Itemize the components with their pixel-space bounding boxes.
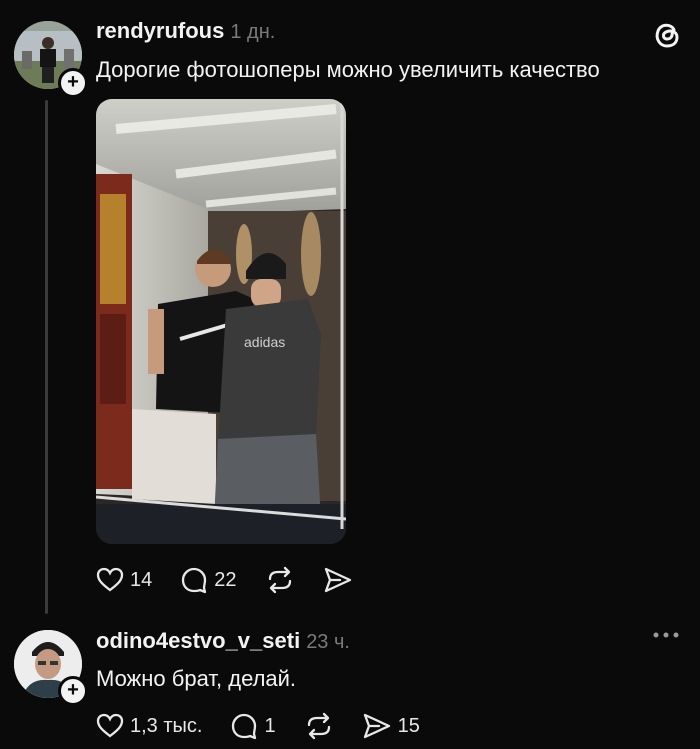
comment-count: 1 (264, 714, 276, 737)
share-button[interactable]: 15 (362, 712, 420, 740)
post-header: rendyrufous 1 дн. (96, 18, 275, 44)
repost-icon (268, 566, 291, 594)
reply-username[interactable]: odino4estvo_v_seti (96, 628, 300, 653)
more-dots-icon[interactable] (652, 628, 680, 647)
comment-count: 22 (214, 568, 237, 591)
threads-logo-icon[interactable] (652, 18, 682, 55)
heart-icon (96, 713, 124, 738)
post-actions: 14 22 (96, 566, 381, 594)
like-count: 1,3 тыс. (130, 714, 203, 737)
follow-plus-button[interactable]: + (58, 68, 88, 98)
share-button[interactable] (323, 566, 353, 594)
like-button[interactable]: 14 (96, 567, 152, 593)
comment-bubble-icon (232, 713, 257, 740)
send-icon (324, 567, 351, 593)
photo-shirt-text: adidas (244, 334, 285, 350)
reply-time: 23 ч. (306, 631, 350, 653)
follow-plus-button[interactable]: + (58, 676, 88, 706)
send-icon (363, 713, 390, 739)
post-photo[interactable]: adidas (96, 99, 346, 544)
thread-line (45, 100, 48, 614)
post-time: 1 дн. (230, 21, 276, 43)
post-text: Дорогие фотошоперы можно увеличить качес… (96, 57, 600, 82)
share-count: 15 (397, 714, 420, 737)
post-photo-image: adidas (96, 99, 346, 544)
reply-actions: 1,3 тыс. 1 15 (96, 712, 448, 740)
comment-button[interactable]: 1 (230, 712, 276, 740)
comment-button[interactable]: 22 (180, 566, 237, 594)
repost-button[interactable] (304, 712, 334, 740)
heart-icon (96, 567, 124, 592)
reply-text: Можно брат, делай. (96, 666, 297, 691)
repost-button[interactable] (265, 566, 295, 594)
like-button[interactable]: 1,3 тыс. (96, 713, 202, 739)
comment-bubble-icon (182, 567, 207, 594)
post-username[interactable]: rendyrufous (96, 18, 224, 43)
like-count: 14 (130, 568, 153, 591)
reply-header: odino4estvo_v_seti 23 ч. (96, 628, 350, 654)
repost-icon (307, 712, 330, 740)
